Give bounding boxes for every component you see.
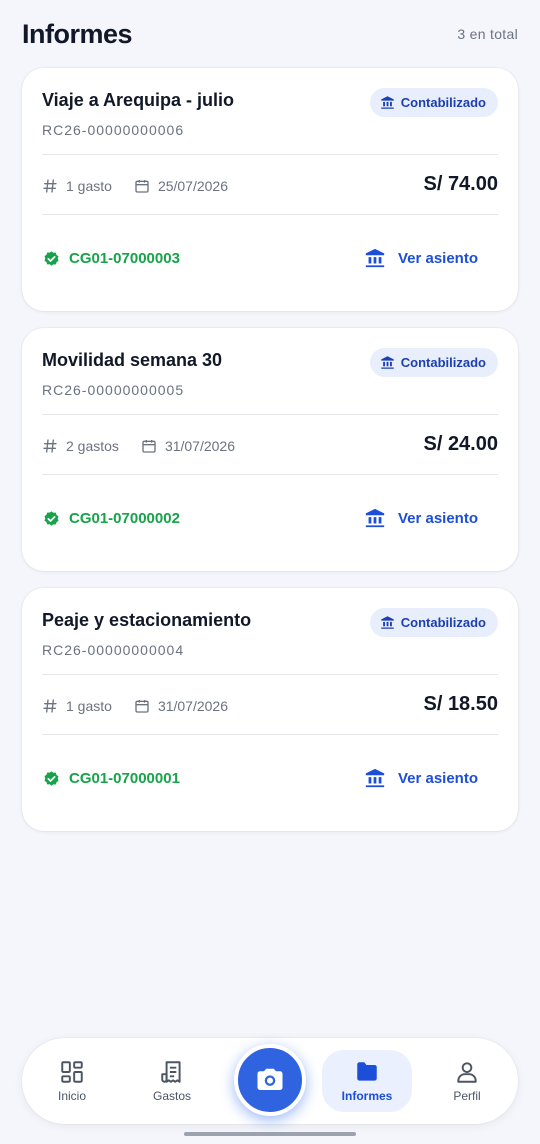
expense-count: 2 gastos: [42, 438, 119, 454]
folder-icon: [357, 1062, 377, 1081]
report-title: Movilidad semana 30: [42, 350, 223, 370]
status-label: Contabilizado: [400, 355, 486, 370]
card-meta: 2 gastos 31/07/2026 S/ 24.00: [42, 430, 498, 462]
status-badge: Contabilizado: [369, 348, 498, 377]
accounting-entry: CG01-07000001: [42, 769, 180, 788]
bank-icon: [365, 508, 385, 528]
divider: [42, 214, 498, 215]
bottom-navigation: Inicio Gastos Informes Perfil: [22, 1038, 518, 1124]
card-header: Movilidad semana 30 RC26-00000000005 Con…: [42, 348, 498, 410]
divider: [42, 474, 498, 475]
divider: [42, 674, 498, 675]
view-entry-button[interactable]: Ver asiento: [364, 507, 478, 529]
nav-item-informes[interactable]: Informes: [322, 1050, 412, 1112]
report-code: RC26-00000000006: [42, 122, 185, 138]
verified-check-icon: [44, 770, 59, 786]
card-meta: 1 gasto 31/07/2026 S/ 18.50: [42, 690, 498, 722]
report-card[interactable]: Viaje a Arequipa - julio RC26-0000000000…: [22, 68, 518, 311]
report-title: Viaje a Arequipa - julio: [42, 90, 235, 110]
expense-count-label: 1 gasto: [66, 178, 112, 194]
nav-label: Perfil: [453, 1089, 481, 1103]
report-code: RC26-00000000004: [42, 642, 185, 658]
view-entry-label: Ver asiento: [397, 769, 478, 787]
report-amount: S/ 18.50: [423, 693, 498, 715]
report-amount: S/ 74.00: [423, 173, 498, 195]
expense-count-label: 1 gasto: [66, 698, 112, 714]
view-entry-button[interactable]: Ver asiento: [364, 247, 478, 269]
header: Informes 3 en total: [22, 14, 518, 54]
nav-label: Gastos: [152, 1089, 191, 1103]
hash-icon: [43, 699, 57, 713]
bank-icon: [381, 96, 394, 109]
card-footer: CG01-07000002 Ver asiento: [42, 502, 498, 534]
view-entry-label: Ver asiento: [397, 249, 478, 267]
user-icon: [457, 1062, 477, 1083]
calendar-icon: [135, 700, 149, 713]
nav-item-inicio[interactable]: Inicio: [27, 1050, 117, 1112]
entry-code: CG01-07000003: [69, 249, 180, 267]
entry-code: CG01-07000001: [69, 769, 180, 787]
nav-item-gastos[interactable]: Gastos: [127, 1050, 217, 1112]
calendar-icon: [135, 180, 149, 193]
divider: [42, 154, 498, 155]
bank-icon: [365, 248, 385, 268]
camera-icon: [257, 1068, 283, 1090]
calendar-icon: [142, 440, 156, 453]
nav-label: Inicio: [57, 1089, 86, 1103]
accounting-entry: CG01-07000002: [42, 509, 180, 528]
report-amount: S/ 24.00: [423, 433, 498, 455]
report-title: Peaje y estacionamiento: [42, 610, 252, 630]
expense-count: 1 gasto: [42, 698, 112, 714]
report-count: 3 en total: [457, 26, 518, 42]
page-title: Informes: [22, 18, 133, 49]
camera-button[interactable]: [234, 1044, 306, 1116]
card-footer: CG01-07000003 Ver asiento: [42, 242, 498, 274]
status-label: Contabilizado: [400, 95, 486, 110]
report-date-label: 31/07/2026: [157, 698, 229, 714]
report-card[interactable]: Peaje y estacionamiento RC26-00000000004…: [22, 588, 518, 831]
bank-icon: [381, 356, 394, 369]
dashboard-icon: [61, 1061, 83, 1083]
entry-code: CG01-07000002: [69, 509, 180, 527]
report-date: 31/07/2026: [141, 438, 235, 454]
nav-item-perfil[interactable]: Perfil: [422, 1050, 512, 1112]
verified-check-icon: [44, 250, 59, 266]
divider: [42, 414, 498, 415]
receipt-icon: [161, 1061, 181, 1083]
hash-icon: [43, 179, 57, 193]
view-entry-button[interactable]: Ver asiento: [364, 767, 478, 789]
bank-icon: [381, 616, 394, 629]
card-footer: CG01-07000001 Ver asiento: [42, 762, 498, 794]
report-date-label: 25/07/2026: [157, 178, 229, 194]
report-code: RC26-00000000005: [42, 382, 185, 398]
expense-count-label: 2 gastos: [66, 438, 119, 454]
reports-screen: Informes 3 en total Viaje a Arequipa - j…: [0, 0, 540, 1144]
nav-label: Informes: [341, 1089, 393, 1103]
accounting-entry: CG01-07000003: [42, 249, 180, 268]
home-indicator: [184, 1132, 356, 1136]
bank-icon: [365, 768, 385, 788]
report-card[interactable]: Movilidad semana 30 RC26-00000000005 Con…: [22, 328, 518, 571]
status-badge: Contabilizado: [369, 608, 498, 637]
card-header: Viaje a Arequipa - julio RC26-0000000000…: [42, 88, 498, 150]
hash-icon: [43, 439, 57, 453]
expense-count: 1 gasto: [42, 178, 112, 194]
status-label: Contabilizado: [400, 615, 486, 630]
verified-check-icon: [44, 510, 59, 526]
report-date: 31/07/2026: [134, 698, 228, 714]
status-badge: Contabilizado: [369, 88, 498, 117]
view-entry-label: Ver asiento: [397, 509, 478, 527]
report-date-label: 31/07/2026: [164, 438, 236, 454]
report-date: 25/07/2026: [134, 178, 228, 194]
card-header: Peaje y estacionamiento RC26-00000000004…: [42, 608, 498, 670]
card-meta: 1 gasto 25/07/2026 S/ 74.00: [42, 170, 498, 202]
divider: [42, 734, 498, 735]
